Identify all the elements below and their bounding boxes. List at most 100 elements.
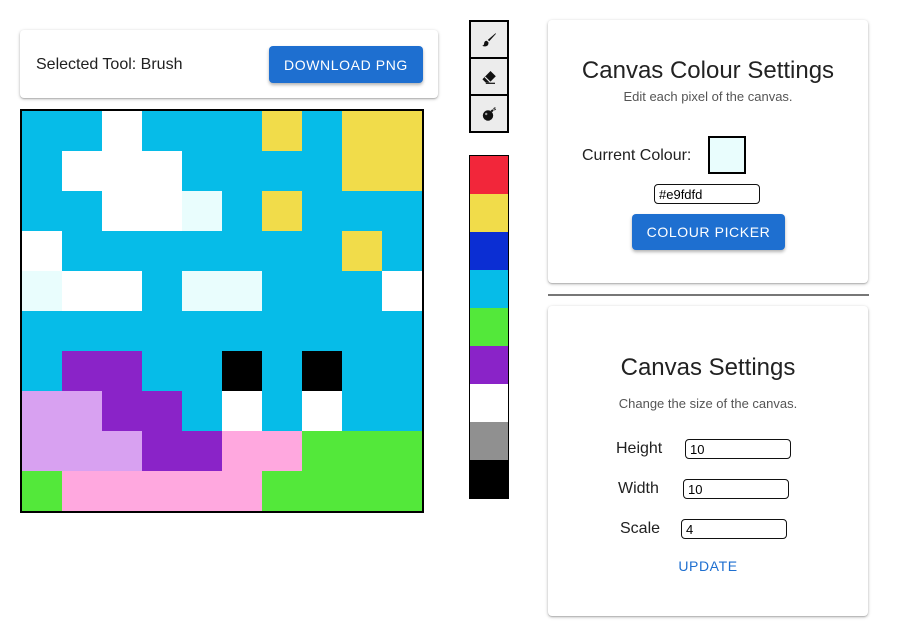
canvas-pixel[interactable] [262,151,302,191]
palette-swatch[interactable] [470,232,508,270]
canvas-pixel[interactable] [262,111,302,151]
canvas-pixel[interactable] [222,351,262,391]
canvas-pixel[interactable] [22,111,62,151]
canvas-pixel[interactable] [102,311,142,351]
canvas-pixel[interactable] [22,231,62,271]
canvas-pixel[interactable] [382,191,422,231]
canvas-pixel[interactable] [382,311,422,351]
canvas-pixel[interactable] [182,431,222,471]
canvas-pixel[interactable] [62,191,102,231]
canvas-pixel[interactable] [382,351,422,391]
canvas-pixel[interactable] [382,471,422,511]
canvas-pixel[interactable] [342,311,382,351]
canvas-pixel[interactable] [22,311,62,351]
canvas-pixel[interactable] [182,191,222,231]
palette-swatch[interactable] [470,308,508,346]
canvas-pixel[interactable] [302,391,342,431]
canvas-pixel[interactable] [382,231,422,271]
pixel-canvas[interactable] [20,109,424,513]
canvas-pixel[interactable] [182,111,222,151]
canvas-pixel[interactable] [142,151,182,191]
canvas-pixel[interactable] [262,311,302,351]
palette-swatch[interactable] [470,384,508,422]
canvas-pixel[interactable] [22,431,62,471]
canvas-pixel[interactable] [22,191,62,231]
canvas-pixel[interactable] [22,391,62,431]
canvas-pixel[interactable] [142,471,182,511]
canvas-pixel[interactable] [342,111,382,151]
canvas-pixel[interactable] [62,271,102,311]
brush-tool-button[interactable] [470,21,508,58]
canvas-pixel[interactable] [102,151,142,191]
canvas-pixel[interactable] [22,351,62,391]
canvas-pixel[interactable] [262,351,302,391]
canvas-pixel[interactable] [102,471,142,511]
palette-swatch[interactable] [470,194,508,232]
canvas-pixel[interactable] [302,311,342,351]
canvas-pixel[interactable] [182,311,222,351]
palette-swatch[interactable] [470,346,508,384]
canvas-pixel[interactable] [382,111,422,151]
canvas-pixel[interactable] [182,471,222,511]
canvas-pixel[interactable] [262,271,302,311]
canvas-pixel[interactable] [102,271,142,311]
bomb-tool-button[interactable] [470,95,508,132]
colour-picker-button[interactable]: COLOUR PICKER [632,214,785,250]
canvas-pixel[interactable] [62,431,102,471]
canvas-pixel[interactable] [382,391,422,431]
canvas-pixel[interactable] [262,431,302,471]
canvas-pixel[interactable] [62,231,102,271]
canvas-pixel[interactable] [142,351,182,391]
canvas-pixel[interactable] [302,351,342,391]
canvas-pixel[interactable] [222,111,262,151]
canvas-pixel[interactable] [342,231,382,271]
canvas-pixel[interactable] [62,471,102,511]
canvas-pixel[interactable] [142,191,182,231]
canvas-pixel[interactable] [22,471,62,511]
canvas-pixel[interactable] [182,391,222,431]
canvas-pixel[interactable] [302,231,342,271]
update-button[interactable]: UPDATE [548,558,868,574]
canvas-pixel[interactable] [62,351,102,391]
canvas-pixel[interactable] [182,231,222,271]
canvas-pixel[interactable] [342,151,382,191]
canvas-pixel[interactable] [222,431,262,471]
canvas-pixel[interactable] [262,231,302,271]
canvas-pixel[interactable] [342,471,382,511]
canvas-pixel[interactable] [102,391,142,431]
canvas-pixel[interactable] [302,111,342,151]
canvas-pixel[interactable] [222,151,262,191]
canvas-pixel[interactable] [262,191,302,231]
palette-swatch[interactable] [470,156,508,194]
canvas-pixel[interactable] [142,111,182,151]
canvas-pixel[interactable] [142,431,182,471]
canvas-pixel[interactable] [182,151,222,191]
canvas-pixel[interactable] [382,271,422,311]
palette-swatch[interactable] [470,422,508,460]
canvas-pixel[interactable] [222,231,262,271]
canvas-pixel[interactable] [102,191,142,231]
canvas-pixel[interactable] [102,351,142,391]
canvas-pixel[interactable] [182,351,222,391]
canvas-pixel[interactable] [302,151,342,191]
canvas-pixel[interactable] [102,111,142,151]
canvas-pixel[interactable] [342,431,382,471]
canvas-pixel[interactable] [262,391,302,431]
width-input[interactable] [683,479,789,499]
canvas-pixel[interactable] [342,391,382,431]
canvas-pixel[interactable] [142,271,182,311]
height-input[interactable] [685,439,791,459]
hex-colour-input[interactable] [654,184,760,204]
canvas-pixel[interactable] [302,271,342,311]
canvas-pixel[interactable] [222,311,262,351]
canvas-pixel[interactable] [22,151,62,191]
canvas-pixel[interactable] [342,191,382,231]
canvas-pixel[interactable] [382,151,422,191]
palette-swatch[interactable] [470,460,508,498]
canvas-pixel[interactable] [102,431,142,471]
canvas-pixel[interactable] [222,471,262,511]
canvas-pixel[interactable] [222,191,262,231]
canvas-pixel[interactable] [222,271,262,311]
canvas-pixel[interactable] [142,231,182,271]
canvas-pixel[interactable] [22,271,62,311]
